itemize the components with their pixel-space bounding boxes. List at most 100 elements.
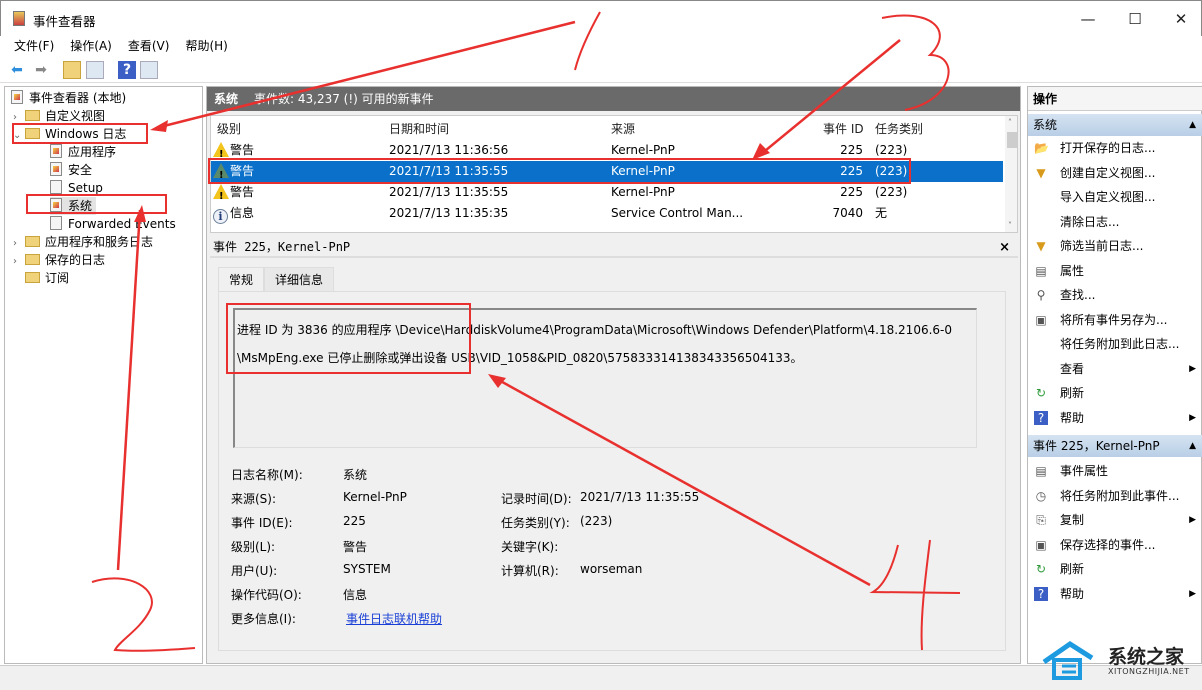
action-item[interactable]: ⎘ 复制 ▶: [1028, 508, 1202, 532]
action-icon: ▣: [1035, 312, 1047, 327]
action-item[interactable]: ↻ 刷新: [1028, 381, 1202, 405]
action-item[interactable]: 将任务附加到此日志...: [1028, 332, 1202, 356]
action-item[interactable]: 导入自定义视图...: [1028, 185, 1202, 209]
message-line: 进程 ID 为 3836 的应用程序 \Device\HarddiskVolum…: [237, 323, 953, 337]
action-icon: ?: [1034, 410, 1048, 425]
show-hide-action-pane-icon[interactable]: [140, 61, 158, 79]
submenu-arrow-icon: ▶: [1189, 363, 1196, 374]
computer-value: worseman: [580, 562, 643, 576]
close-button[interactable]: ✕: [1161, 7, 1201, 31]
event-viewer-icon: [11, 90, 23, 104]
title-bar: 事件查看器 — ☐ ✕: [0, 0, 1202, 36]
level-value: 警告: [343, 540, 368, 554]
show-hide-tree-icon[interactable]: [86, 61, 104, 79]
action-label: 将任务附加到此日志...: [1060, 337, 1180, 351]
event-message[interactable]: 进程 ID 为 3836 的应用程序 \Device\HarddiskVolum…: [233, 308, 977, 448]
event-id-value: 225: [343, 514, 366, 528]
menu-view[interactable]: 查看(V): [128, 36, 170, 56]
menu-file[interactable]: 文件(F): [14, 36, 54, 56]
tree-item-system[interactable]: 系统: [50, 197, 97, 215]
collapse-icon[interactable]: ▲: [1189, 114, 1196, 136]
action-item[interactable]: ? 帮助 ▶: [1028, 406, 1202, 430]
level-label: 级别(L):: [231, 540, 276, 554]
tree-item-subscriptions[interactable]: 订阅: [25, 269, 69, 287]
action-item[interactable]: ▤ 事件属性: [1028, 459, 1202, 483]
column-event-id[interactable]: 事件 ID: [823, 120, 864, 137]
action-label: 查找...: [1060, 288, 1096, 302]
tree-label: Forwarded Events: [68, 217, 176, 231]
toolbar: ⬅ ➡ ?: [0, 57, 1202, 83]
open-folder-icon[interactable]: [63, 61, 81, 79]
action-label: 属性: [1060, 263, 1085, 278]
column-datetime[interactable]: 日期和时间: [389, 120, 449, 137]
action-icon: ?: [1034, 586, 1048, 601]
action-label: 创建自定义视图...: [1060, 165, 1156, 180]
action-item[interactable]: ▣ 保存选择的事件...: [1028, 533, 1202, 557]
action-item[interactable]: 清除日志...: [1028, 210, 1202, 234]
online-help-link[interactable]: 事件日志联机帮助: [346, 610, 442, 627]
tab-details[interactable]: 详细信息: [264, 267, 335, 291]
cell-event-id: 7040: [832, 206, 863, 220]
minimize-button[interactable]: —: [1068, 7, 1108, 31]
event-row[interactable]: i 信息 2021/7/13 11:35:35 Service Control M…: [211, 203, 1003, 224]
maximize-button[interactable]: ☐: [1115, 7, 1155, 31]
column-level[interactable]: 级别: [217, 120, 241, 137]
actions-section-system[interactable]: 系统 ▲: [1028, 114, 1202, 136]
log-icon: [50, 144, 62, 158]
action-item[interactable]: ⚲ 查找...: [1028, 283, 1202, 307]
actions-section-event[interactable]: 事件 225，Kernel-PnP ▲: [1028, 435, 1202, 457]
chevron-down-icon[interactable]: ⌄: [13, 127, 25, 145]
tree-item-custom-views[interactable]: › 自定义视图: [13, 107, 105, 125]
tree-item-app-service-logs[interactable]: › 应用程序和服务日志: [13, 233, 153, 251]
collapse-icon[interactable]: ▲: [1189, 435, 1196, 457]
folder-icon: [25, 254, 40, 265]
action-item[interactable]: ◷ 将任务附加到此事件...: [1028, 484, 1202, 508]
action-item[interactable]: ▣ 将所有事件另存为...: [1028, 308, 1202, 332]
action-item[interactable]: ▤ 属性: [1028, 259, 1202, 283]
tree-item-setup[interactable]: Setup: [50, 179, 103, 197]
menu-help[interactable]: 帮助(H): [185, 36, 227, 56]
action-item[interactable]: ▼ 筛选当前日志...: [1028, 234, 1202, 258]
action-item[interactable]: 📂 打开保存的日志...: [1028, 136, 1202, 160]
forward-icon[interactable]: ➡: [32, 61, 50, 79]
column-source[interactable]: 来源: [611, 120, 635, 137]
close-detail-button[interactable]: ×: [999, 237, 1010, 258]
cell-source: Service Control Man...: [611, 206, 744, 220]
cell-source: Kernel-PnP: [611, 143, 675, 157]
column-task-category[interactable]: 任务类别: [875, 120, 923, 137]
back-icon[interactable]: ⬅: [8, 61, 26, 79]
tree-item-forwarded-events[interactable]: Forwarded Events: [50, 215, 176, 233]
watermark-text: 系统之家: [1108, 646, 1185, 668]
general-tab-content: 进程 ID 为 3836 的应用程序 \Device\HarddiskVolum…: [218, 291, 1006, 651]
tree-root[interactable]: 事件查看器 (本地): [11, 89, 126, 107]
event-list: 级别 日期和时间 来源 事件 ID 任务类别 警告 2021/7/13 11:3…: [210, 115, 1018, 233]
event-id-label: 事件 ID(E):: [231, 516, 293, 530]
event-row[interactable]: 警告 2021/7/13 11:36:56 Kernel-PnP 225 (22…: [211, 140, 1003, 165]
action-item[interactable]: ? 帮助 ▶: [1028, 582, 1202, 606]
tree-item-application[interactable]: 应用程序: [50, 143, 116, 161]
cell-datetime: 2021/7/13 11:35:55: [389, 185, 509, 199]
cell-event-id: 225: [840, 143, 863, 157]
event-row[interactable]: 警告 2021/7/13 11:35:55 Kernel-PnP 225 (22…: [211, 161, 1003, 186]
cell-source: Kernel-PnP: [611, 164, 675, 178]
menu-action[interactable]: 操作(A): [70, 36, 112, 56]
action-icon: ▼: [1036, 165, 1046, 180]
cell-event-id: 225: [840, 164, 863, 178]
action-item[interactable]: 查看 ▶: [1028, 357, 1202, 381]
cell-level: i 信息: [213, 203, 254, 224]
tab-general[interactable]: 常规: [218, 267, 265, 291]
help-icon[interactable]: ?: [118, 61, 136, 79]
action-label: 将任务附加到此事件...: [1060, 488, 1180, 503]
tree-item-saved-logs[interactable]: › 保存的日志: [13, 251, 105, 269]
menu-bar: 文件(F) 操作(A) 查看(V) 帮助(H): [0, 36, 1202, 56]
tree-item-security[interactable]: 安全: [50, 161, 92, 179]
list-scrollbar[interactable]: ˄ ˅: [1005, 116, 1017, 232]
chevron-right-icon[interactable]: ›: [13, 253, 25, 271]
task-label: 任务类别(Y):: [501, 516, 570, 530]
event-row[interactable]: 警告 2021/7/13 11:35:55 Kernel-PnP 225 (22…: [211, 182, 1003, 207]
action-item[interactable]: ▼ 创建自定义视图...: [1028, 161, 1202, 185]
submenu-arrow-icon: ▶: [1189, 412, 1196, 423]
action-item[interactable]: ↻ 刷新: [1028, 557, 1202, 581]
tree-item-windows-logs[interactable]: ⌄ Windows 日志: [13, 125, 126, 143]
tree-label: 应用程序: [68, 145, 117, 159]
